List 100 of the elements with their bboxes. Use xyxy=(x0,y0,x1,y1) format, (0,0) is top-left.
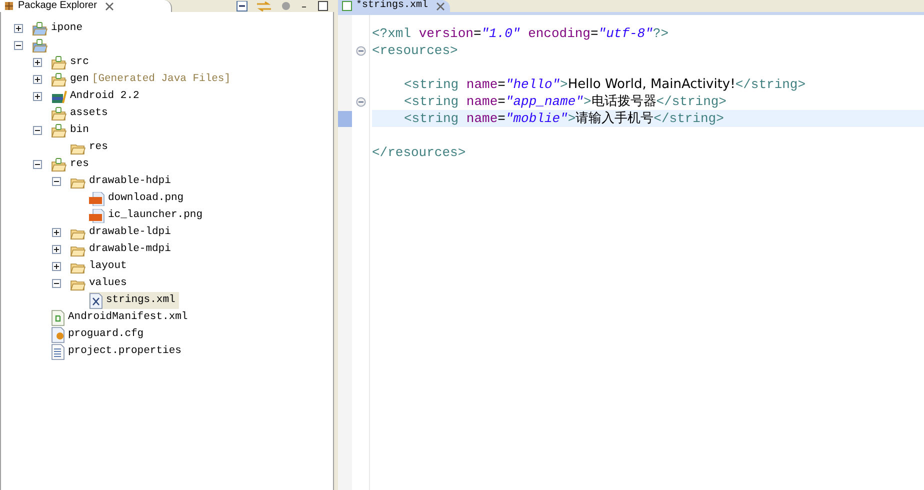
expand-toggle[interactable] xyxy=(33,92,42,101)
plus-icon xyxy=(34,76,41,83)
tree-item[interactable]: strings.xml xyxy=(89,292,180,309)
collapse-toggle[interactable] xyxy=(33,126,42,135)
tree-item-label: res xyxy=(89,140,108,155)
tree-item-label: values xyxy=(89,276,127,291)
equals-sign: = xyxy=(498,92,506,111)
tree-item-label: gen xyxy=(70,72,89,87)
equals-sign: = xyxy=(498,76,506,94)
maximize-icon[interactable] xyxy=(318,1,328,11)
tree-item-label: layout xyxy=(89,258,127,274)
tree-item[interactable]: layout xyxy=(70,258,131,275)
text-content: 电话拨号器 xyxy=(591,92,656,111)
editor-tab[interactable]: *strings.xml xyxy=(338,0,450,12)
minus-icon xyxy=(34,161,41,168)
tree-item-label: ipone xyxy=(51,20,83,36)
tree-item[interactable]: gen [Generated Java Files] xyxy=(51,71,235,88)
collapse-toggle[interactable] xyxy=(52,177,61,186)
close-icon[interactable] xyxy=(104,2,114,10)
text-content: 请输入手机号 xyxy=(576,110,654,128)
close-icon[interactable] xyxy=(436,2,446,10)
view-tab[interactable]: Package Explorer xyxy=(0,0,172,12)
collapse-toggle[interactable] xyxy=(52,279,61,288)
expand-toggle[interactable] xyxy=(14,24,23,33)
xml-tag: <?xml xyxy=(372,24,412,44)
minus-icon xyxy=(34,127,41,134)
image-file-icon xyxy=(89,192,105,206)
tree-item-label: AndroidManifest.xml xyxy=(68,310,188,325)
books-icon xyxy=(51,90,67,104)
plus-icon xyxy=(53,263,60,270)
config-file-icon xyxy=(51,326,65,342)
expand-toggle[interactable] xyxy=(52,262,61,271)
plus-icon xyxy=(53,246,60,253)
code-editor[interactable]: <?xml version="1.0" encoding="utf-8"?> <resources> <string name="hello">Hello World, MainActivity!</string> <string name="app_name">电话拨号器</string> <string name="moblie">请输入手机号</string> </resources> xyxy=(338,12,924,490)
text-file-icon xyxy=(51,344,65,360)
xml-tag: </resources> xyxy=(372,142,466,162)
collapse-all-icon[interactable] xyxy=(234,0,248,12)
image-file-icon xyxy=(89,208,105,222)
xml-tag: ?> xyxy=(652,24,669,44)
tree-item-label: assets xyxy=(70,106,108,121)
expand-toggle[interactable] xyxy=(52,228,61,237)
tree-item[interactable]: assets xyxy=(51,105,112,122)
fold-toggle-icon[interactable] xyxy=(356,46,366,56)
xml-tag: </string> xyxy=(654,108,724,128)
xml-tag: </string> xyxy=(735,74,806,94)
xml-tag: <string xyxy=(404,74,459,94)
expand-toggle[interactable] xyxy=(33,75,42,84)
tree-item-label: drawable-ldpi xyxy=(89,224,171,240)
tree-item-label: res xyxy=(70,156,89,172)
decoration-label: [Generated Java Files] xyxy=(92,72,231,87)
xml-tag: > xyxy=(568,108,576,128)
xml-file-icon xyxy=(89,292,103,308)
attribute-value: "utf-8" xyxy=(598,24,653,43)
attribute-value: "hello" xyxy=(505,76,560,94)
equals-sign: = xyxy=(473,24,482,43)
equals-sign: = xyxy=(590,24,598,43)
tree-item-label: proguard.cfg xyxy=(68,326,144,342)
attribute-name: version xyxy=(418,24,474,43)
tree-item[interactable]: project.properties xyxy=(51,343,186,360)
tree-item[interactable]: res xyxy=(51,156,93,173)
editor-tab-title: *strings.xml xyxy=(356,1,428,11)
tree-item[interactable]: src xyxy=(51,54,93,71)
project-folder-icon xyxy=(32,38,48,52)
fold-toggle-icon[interactable] xyxy=(356,96,366,106)
tree-item[interactable]: drawable-ldpi xyxy=(70,224,175,241)
attribute-value: "moblie" xyxy=(505,110,568,128)
tree-item[interactable]: Android 2.2 xyxy=(51,88,144,105)
tree-item-label: Android 2.2 xyxy=(70,88,140,104)
tree-item[interactable]: ic_launcher.png xyxy=(89,207,207,224)
collapse-toggle[interactable] xyxy=(33,160,42,169)
plus-icon xyxy=(15,25,22,32)
tree-item-label: project.properties xyxy=(68,344,182,359)
collapse-toggle[interactable] xyxy=(14,41,23,50)
xml-tag: <string xyxy=(404,92,459,112)
minus-icon xyxy=(53,280,60,287)
attribute-value: "1.0" xyxy=(481,24,520,43)
tree-item[interactable]: download.png xyxy=(89,190,188,207)
attribute-name: encoding xyxy=(527,24,590,43)
attribute-name: name xyxy=(465,76,498,94)
tree-item[interactable]: res xyxy=(70,139,112,156)
tree-item[interactable]: ipone xyxy=(32,20,87,37)
minus-icon xyxy=(53,178,60,185)
tree-item[interactable]: bin xyxy=(51,122,93,139)
equals-sign: = xyxy=(498,110,506,128)
tree-item[interactable]: drawable-mdpi xyxy=(70,241,175,258)
tree-item-label: drawable-mdpi xyxy=(89,242,171,257)
tree-item-label: download.png xyxy=(108,190,184,206)
manifest-file-icon xyxy=(51,310,65,326)
attribute-name: name xyxy=(465,110,498,128)
package-icon xyxy=(4,1,14,11)
tree-item[interactable]: AndroidManifest.xml xyxy=(51,309,192,326)
expand-toggle[interactable] xyxy=(52,245,61,254)
expand-toggle[interactable] xyxy=(33,58,42,67)
tree-item[interactable]: drawable-hdpi xyxy=(70,173,175,190)
tree-item[interactable]: proguard.cfg xyxy=(51,326,148,343)
xml-tag: > xyxy=(583,92,592,112)
folder-icon xyxy=(51,56,67,70)
tree-item[interactable]: values xyxy=(70,275,131,292)
plus-icon xyxy=(34,93,41,100)
tree-item-label: strings.xml xyxy=(106,292,176,308)
